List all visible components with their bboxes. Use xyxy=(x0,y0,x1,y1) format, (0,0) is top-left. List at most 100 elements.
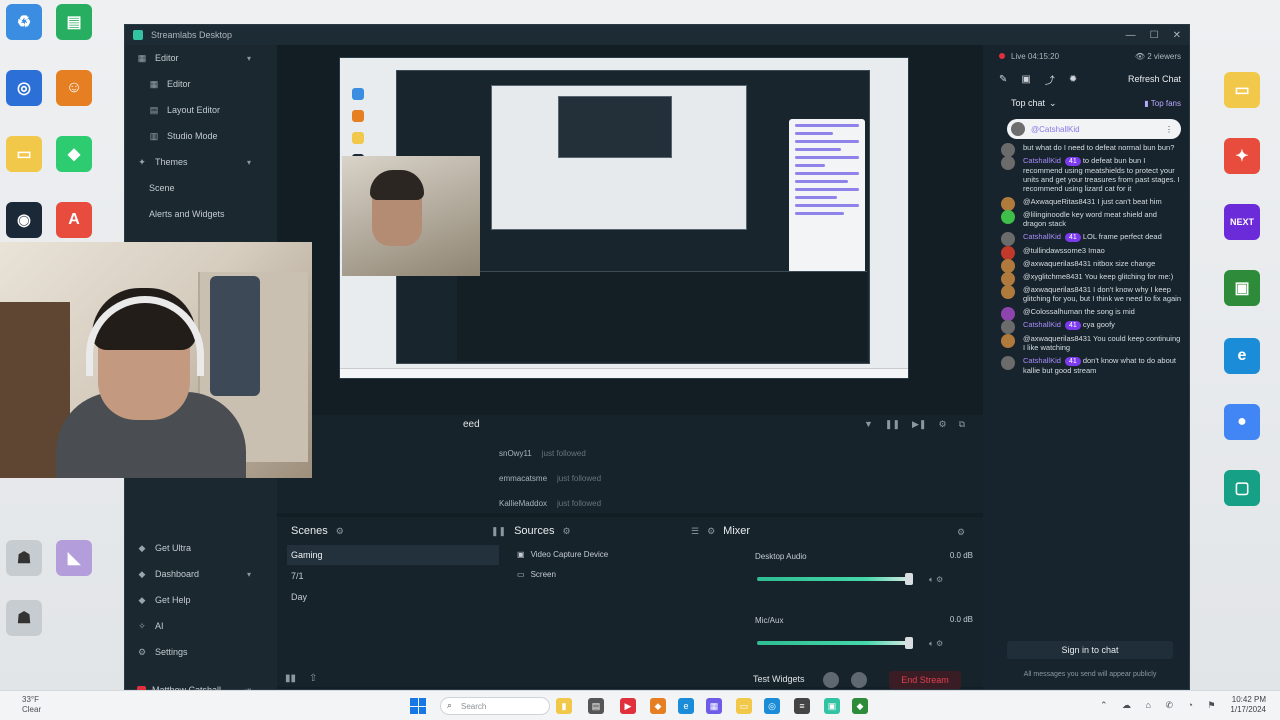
source-label: Screen xyxy=(530,569,556,579)
upload-icon[interactable]: ⇧ xyxy=(309,673,317,684)
nav-studio-mode[interactable]: ▥ Studio Mode xyxy=(125,123,277,149)
speaker-icon[interactable]: 🔈︎ ⚙ xyxy=(929,639,943,649)
start-button[interactable] xyxy=(410,698,426,714)
source-settings-icon[interactable]: ⚙ xyxy=(562,526,570,537)
nav-dashboard[interactable]: ◆ Dashboard ▾ xyxy=(125,561,277,587)
nvidia-icon[interactable]: ▣ xyxy=(1224,270,1260,306)
app-icon[interactable]: ▤ xyxy=(56,4,92,40)
speaker-icon[interactable]: 🔈︎ ⚙ xyxy=(929,575,943,585)
taskbar-search[interactable]: ⌕ Search xyxy=(440,697,550,715)
nav-editor-sub[interactable]: ▦ Editor xyxy=(125,71,277,97)
chrome-icon[interactable]: ● xyxy=(1224,404,1260,440)
game-icon[interactable]: ☗ xyxy=(6,600,42,636)
taskbar-app-icon[interactable]: ▮ xyxy=(556,698,572,714)
game-icon[interactable]: ☺ xyxy=(56,70,92,106)
taskbar-app-icon[interactable]: ▶ xyxy=(620,698,636,714)
nav-themes[interactable]: ✦ Themes ▾ xyxy=(125,149,277,175)
weather-widget[interactable]: 33°F Clear xyxy=(22,695,41,715)
sign-in-button[interactable]: Sign in to chat xyxy=(1007,641,1173,659)
gear-icon[interactable]: ⚙ xyxy=(957,527,965,538)
taskbar-app-icon[interactable]: ◆ xyxy=(852,698,868,714)
stats-icon[interactable]: ▮▮ xyxy=(285,673,296,684)
taskbar-clock[interactable]: 10:42 PM 1/17/2024 xyxy=(1222,695,1266,715)
refresh-chat-button[interactable]: Refresh Chat xyxy=(1128,74,1181,84)
settings-icon[interactable]: ✹ xyxy=(1069,74,1077,85)
stream-preview[interactable] xyxy=(339,57,909,379)
scene-settings-icon[interactable]: ⚙ xyxy=(336,526,344,537)
studio-mode-icon: ▥ xyxy=(149,130,159,141)
volume-slider[interactable] xyxy=(905,573,913,585)
scene-item[interactable]: Gaming xyxy=(287,545,499,565)
filter-icon[interactable]: ▼ xyxy=(864,419,873,430)
nav-layout-editor[interactable]: ▤ Layout Editor xyxy=(125,97,277,123)
popout-icon[interactable]: ⧉ xyxy=(959,419,965,430)
game-icon[interactable]: ☗ xyxy=(6,540,42,576)
minimize-icon[interactable]: — xyxy=(1126,30,1136,41)
folder-icon[interactable]: ▭ xyxy=(1224,72,1260,108)
system-tray[interactable]: ⌃ ☁ ⌂ ✆ ◔ ⚑ xyxy=(1100,700,1222,711)
edge-taskbar-icon[interactable]: e xyxy=(678,698,694,714)
tool-icon[interactable]: ⤴ xyxy=(1045,72,1055,87)
record-button[interactable] xyxy=(823,672,839,688)
pinned-message[interactable]: @CatshallKid ⋮ xyxy=(1007,119,1181,139)
pause-icon[interactable]: ❚❚ xyxy=(885,419,900,430)
taskbar-app-icon[interactable]: ◆ xyxy=(650,698,666,714)
steam-icon[interactable]: ◉ xyxy=(6,202,42,238)
folder-taskbar-icon[interactable]: ▭ xyxy=(736,698,752,714)
chat-message: @tullindawssome3 Imao xyxy=(991,246,1189,260)
gear-icon[interactable]: ⚙ xyxy=(707,526,715,537)
ubisoft-icon[interactable]: ◎ xyxy=(6,70,42,106)
layers-icon[interactable]: ❚❚ xyxy=(491,526,506,537)
top-chat-dropdown[interactable]: Top chat xyxy=(1011,98,1045,108)
source-item[interactable]: ▣ Video Capture Device xyxy=(517,545,608,563)
volume-slider[interactable] xyxy=(905,637,913,649)
game-icon[interactable]: A xyxy=(56,202,92,238)
scene-item[interactable]: Day xyxy=(287,587,499,607)
pencil-icon[interactable]: ✎ xyxy=(999,74,1007,85)
maximize-icon[interactable]: ☐ xyxy=(1150,30,1159,41)
edge-icon[interactable]: e xyxy=(1224,338,1260,374)
chat-text: @axwaquerilas8431 nitbox size change xyxy=(1023,259,1156,268)
taskbar-app-icon[interactable]: ▤ xyxy=(588,698,604,714)
skip-icon[interactable]: ▶❚ xyxy=(912,419,926,430)
nav-scene[interactable]: Scene xyxy=(125,175,277,201)
game-icon[interactable]: ◆ xyxy=(56,136,92,172)
taskbar-app-icon[interactable]: ≡ xyxy=(794,698,810,714)
streamlabs-taskbar-icon[interactable]: ▣ xyxy=(824,698,840,714)
recycle-bin-icon[interactable]: ♻ xyxy=(6,4,42,40)
nav-editor[interactable]: ▦ Editor ▾ xyxy=(125,45,277,71)
next-icon[interactable]: NEXT xyxy=(1224,204,1260,240)
event-row: snOwy11 just followed xyxy=(499,449,586,463)
stream-status: Live 04:15:20 👁︎ 2 viewers xyxy=(991,45,1189,67)
nav-ai[interactable]: ✧ AI xyxy=(125,613,277,639)
end-stream-button[interactable]: End Stream xyxy=(889,671,961,689)
nav-label: Themes xyxy=(155,157,188,167)
taskbar-app-icon[interactable]: ◎ xyxy=(764,698,780,714)
source-item[interactable]: ▭ Screen xyxy=(517,565,556,583)
gear-icon[interactable]: ⚙ xyxy=(938,419,946,430)
nav-settings[interactable]: ⚙ Settings xyxy=(125,639,277,665)
avatar xyxy=(1011,122,1025,136)
game-icon[interactable]: ◣ xyxy=(56,540,92,576)
replay-button[interactable] xyxy=(851,672,867,688)
avatar xyxy=(1001,356,1015,370)
nav-alerts-widgets[interactable]: Alerts and Widgets xyxy=(125,201,277,227)
game-icon[interactable]: ✦ xyxy=(1224,138,1260,174)
more-icon[interactable]: ⋮ xyxy=(1165,125,1173,134)
nav-get-ultra[interactable]: ◆ Get Ultra xyxy=(125,535,277,561)
app-icon[interactable]: ▢ xyxy=(1224,470,1260,506)
sliders-icon[interactable]: ☰ xyxy=(691,526,699,537)
close-icon[interactable]: ✕ xyxy=(1173,30,1181,41)
scene-item[interactable]: 7/1 xyxy=(287,566,499,586)
top-fans-button[interactable]: ▮ Top fans xyxy=(1144,99,1181,108)
test-widgets-button[interactable]: Test Widgets xyxy=(753,674,805,684)
event-detail: just followed xyxy=(557,499,602,508)
taskbar-app-icon[interactable]: ▦ xyxy=(706,698,722,714)
viewers-label: 2 viewers xyxy=(1147,51,1181,61)
avatar xyxy=(1001,232,1015,246)
nav-get-help[interactable]: ◆ Get Help xyxy=(125,587,277,613)
chat-username: CatshallKid xyxy=(1023,156,1061,165)
avatar xyxy=(1001,246,1015,260)
folder-icon[interactable]: ▭ xyxy=(6,136,42,172)
save-icon[interactable]: ▣ xyxy=(1021,74,1030,85)
